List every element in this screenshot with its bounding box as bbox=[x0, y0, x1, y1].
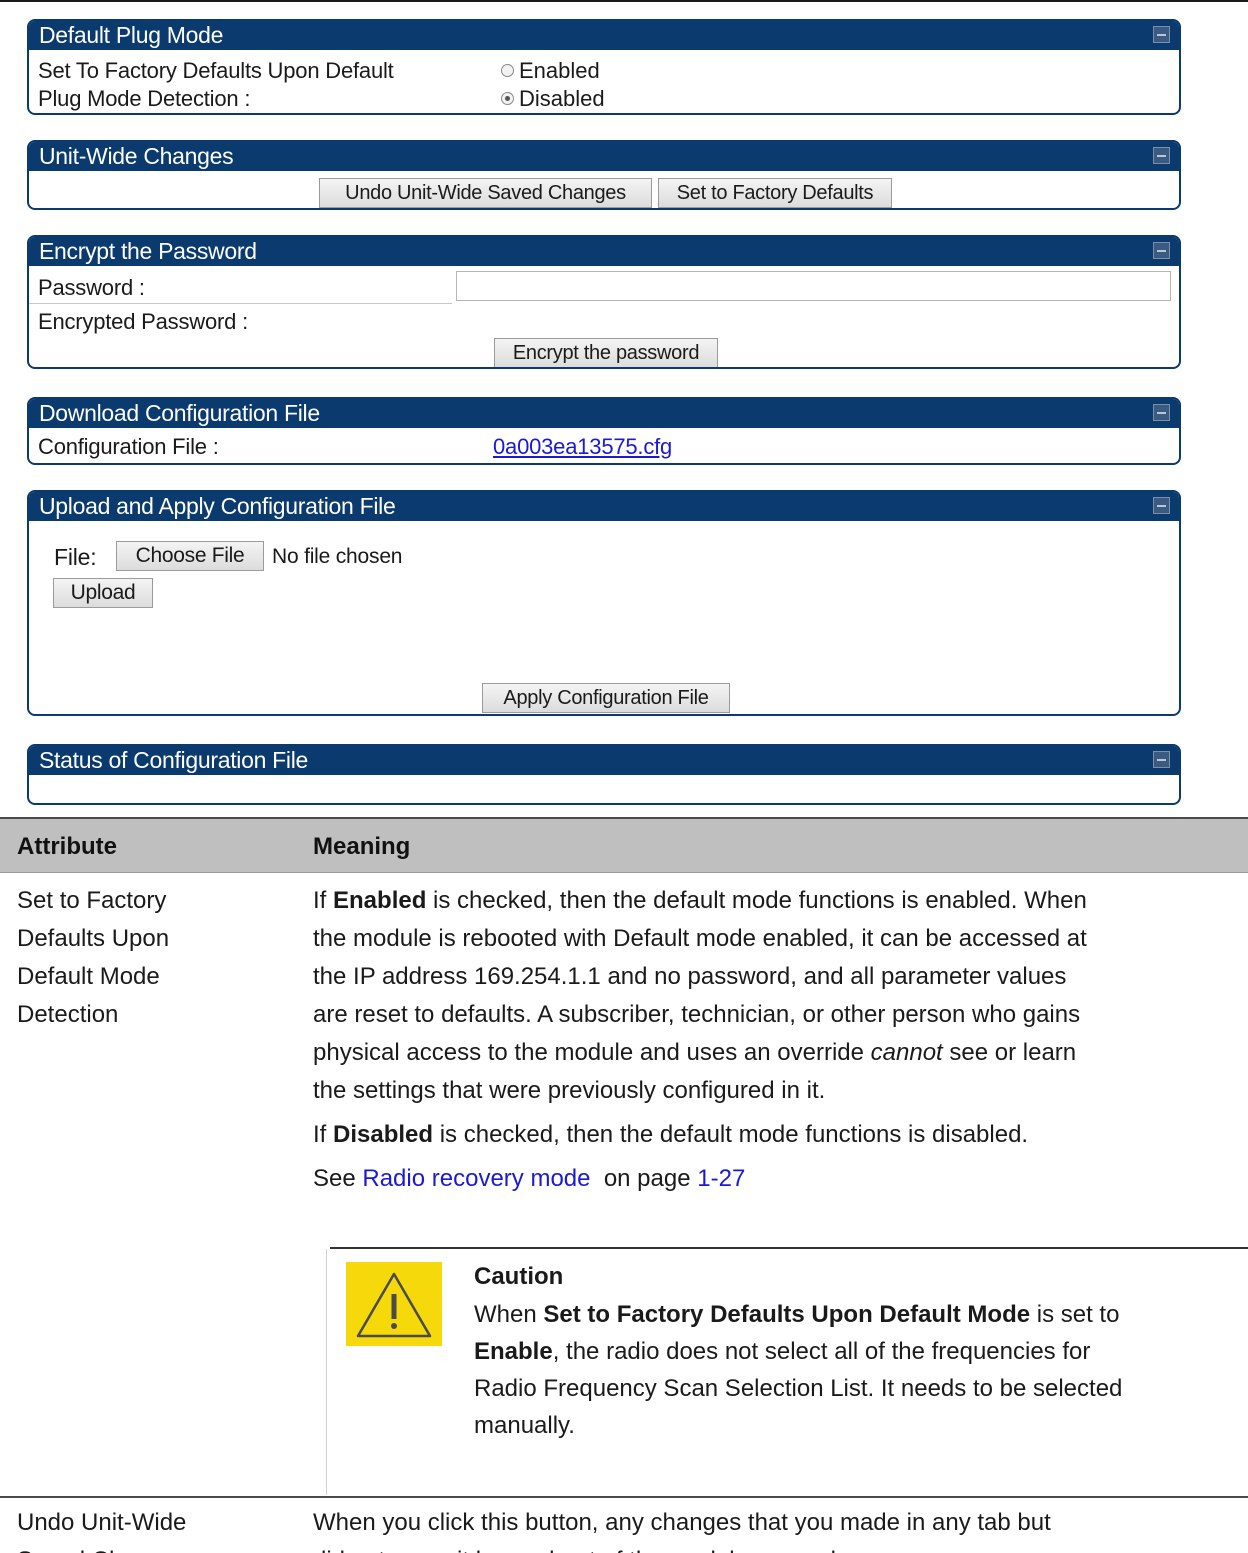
top-rule bbox=[0, 0, 1248, 2]
panel-header: Unit-Wide Changes bbox=[29, 142, 1179, 171]
panel-header: Status of Configuration File bbox=[29, 746, 1179, 775]
panel-header: Default Plug Mode bbox=[29, 21, 1179, 50]
text: manually. bbox=[474, 1412, 575, 1439]
encrypted-password-label: Encrypted Password : bbox=[38, 309, 248, 334]
no-file-chosen-text: No file chosen bbox=[272, 545, 403, 568]
text: on page bbox=[590, 1165, 698, 1192]
row1-meaning-paragraph2: If Disabled is checked, then the default… bbox=[313, 1116, 1028, 1154]
text: physical access to the module and uses a… bbox=[313, 1039, 871, 1066]
text: If bbox=[313, 1121, 334, 1148]
text: , the radio does not select all of the f… bbox=[552, 1338, 1091, 1365]
caution-top-rule bbox=[330, 1247, 1248, 1249]
text: the IP address 169.254.1.1 and no passwo… bbox=[313, 963, 1067, 990]
row2-meaning: When you click this button, any changes … bbox=[313, 1504, 1243, 1553]
header-attribute: Attribute bbox=[17, 833, 117, 860]
panel-header: Encrypt the Password bbox=[29, 237, 1179, 266]
undo-unit-wide-button[interactable]: Undo Unit-Wide Saved Changes bbox=[319, 178, 652, 208]
bold-text: Set to Factory Defaults Upon Default Mod… bbox=[543, 1301, 1031, 1328]
bold-text: Disabled bbox=[333, 1121, 434, 1148]
unit-wide-changes-panel: Unit-Wide Changes Undo Unit-Wide Saved C… bbox=[27, 140, 1181, 210]
factory-defaults-label-line1: Set To Factory Defaults Upon Default bbox=[38, 58, 394, 83]
text: the settings that were previously config… bbox=[313, 1077, 826, 1104]
panel-title: Encrypt the Password bbox=[39, 238, 257, 264]
panel-title: Status of Configuration File bbox=[39, 747, 309, 773]
panel-header: Upload and Apply Configuration File bbox=[29, 492, 1179, 521]
password-label: Password : bbox=[38, 275, 145, 300]
bold-text: Enabled bbox=[333, 887, 427, 914]
header-meaning: Meaning bbox=[313, 833, 411, 860]
text: is set to bbox=[1030, 1301, 1120, 1328]
file-label: File: bbox=[54, 544, 97, 570]
encrypt-password-button[interactable]: Encrypt the password bbox=[494, 338, 718, 367]
panel-title: Upload and Apply Configuration File bbox=[39, 493, 396, 519]
panel-title: Unit-Wide Changes bbox=[39, 143, 234, 169]
factory-defaults-label-line2: Plug Mode Detection : bbox=[38, 86, 251, 111]
panel-title: Download Configuration File bbox=[39, 400, 320, 426]
caution-title: Caution bbox=[474, 1263, 564, 1290]
encrypt-password-panel: Encrypt the Password Password : Encrypte… bbox=[27, 235, 1181, 369]
radio-enabled-label: Enabled bbox=[519, 58, 600, 83]
text: are reset to defaults. A subscriber, tec… bbox=[313, 1001, 1081, 1028]
default-plug-mode-panel: Default Plug Mode Set To Factory Default… bbox=[27, 19, 1181, 115]
row2-attribute-line: Saved Changes bbox=[17, 1542, 188, 1553]
collapse-icon[interactable] bbox=[1153, 497, 1170, 514]
upload-button[interactable]: Upload bbox=[53, 578, 153, 608]
row1-attribute-line: Defaults Upon bbox=[17, 925, 170, 952]
panel-header: Download Configuration File bbox=[29, 399, 1179, 428]
page-ref-link[interactable]: 1-27 bbox=[697, 1165, 745, 1192]
row1-meaning-paragraph1: If Enabled is checked, then the default … bbox=[313, 882, 1243, 1110]
table-header: Attribute Meaning bbox=[0, 819, 1248, 873]
config-file-link[interactable]: 0a003ea13575.cfg bbox=[493, 434, 672, 460]
collapse-icon[interactable] bbox=[1153, 26, 1170, 43]
row-separator bbox=[0, 1496, 1248, 1498]
row1-attribute-line: Set to Factory bbox=[17, 887, 167, 914]
text: the module is rebooted with Default mode… bbox=[313, 925, 1087, 952]
radio-enabled[interactable] bbox=[501, 64, 514, 77]
radio-recovery-mode-link[interactable]: Radio recovery mode bbox=[362, 1165, 590, 1192]
collapse-icon[interactable] bbox=[1153, 751, 1170, 768]
radio-disabled-label: Disabled bbox=[519, 86, 605, 111]
row1-meaning-paragraph3: See Radio recovery mode on page 1-27 bbox=[313, 1160, 745, 1198]
download-config-panel: Download Configuration File Configuratio… bbox=[27, 397, 1181, 465]
radio-enabled-option[interactable]: Enabled bbox=[501, 58, 600, 84]
row1-attribute: Set to Factory Defaults Upon Default Mod… bbox=[17, 882, 169, 1034]
radio-disabled-option[interactable]: Disabled bbox=[501, 86, 605, 112]
config-file-label: Configuration File : bbox=[38, 434, 219, 459]
panel-title: Default Plug Mode bbox=[39, 22, 224, 48]
set-factory-defaults-button[interactable]: Set to Factory Defaults bbox=[658, 178, 892, 208]
bold-text: Enable bbox=[474, 1338, 553, 1365]
text: When you click this button, any changes … bbox=[313, 1509, 1051, 1536]
collapse-icon[interactable] bbox=[1153, 404, 1170, 421]
upload-config-panel: Upload and Apply Configuration File File… bbox=[27, 490, 1181, 716]
text: is checked, then the default mode functi… bbox=[433, 1121, 1029, 1148]
row2-attribute: Undo Unit-Wide Saved Changes bbox=[17, 1504, 188, 1553]
password-input[interactable] bbox=[456, 271, 1171, 301]
text: did not commit by a reboot of the module… bbox=[313, 1542, 1243, 1553]
choose-file-button[interactable]: Choose File bbox=[116, 541, 264, 571]
text: Radio Frequency Scan Selection List. It … bbox=[474, 1375, 1123, 1402]
row1-attribute-line: Detection bbox=[17, 1001, 119, 1028]
italic-text: cannot bbox=[870, 1039, 943, 1066]
text: When bbox=[474, 1301, 544, 1328]
divider bbox=[29, 303, 452, 304]
status-config-panel: Status of Configuration File bbox=[27, 744, 1181, 805]
text: is checked, then the default mode functi… bbox=[426, 887, 1087, 914]
radio-disabled[interactable] bbox=[501, 92, 514, 105]
collapse-icon[interactable] bbox=[1153, 242, 1170, 259]
collapse-icon[interactable] bbox=[1153, 147, 1170, 164]
row1-attribute-line: Default Mode bbox=[17, 963, 160, 990]
text: see or learn bbox=[942, 1039, 1077, 1066]
caution-left-rule bbox=[326, 1249, 327, 1495]
caution-warning-icon bbox=[346, 1262, 442, 1346]
apply-config-file-button[interactable]: Apply Configuration File bbox=[482, 683, 730, 713]
row2-attribute-line: Undo Unit-Wide bbox=[17, 1509, 187, 1536]
caution-body: When Set to Factory Defaults Upon Defaul… bbox=[474, 1296, 1234, 1444]
text: If bbox=[313, 887, 334, 914]
text: See bbox=[313, 1165, 363, 1192]
